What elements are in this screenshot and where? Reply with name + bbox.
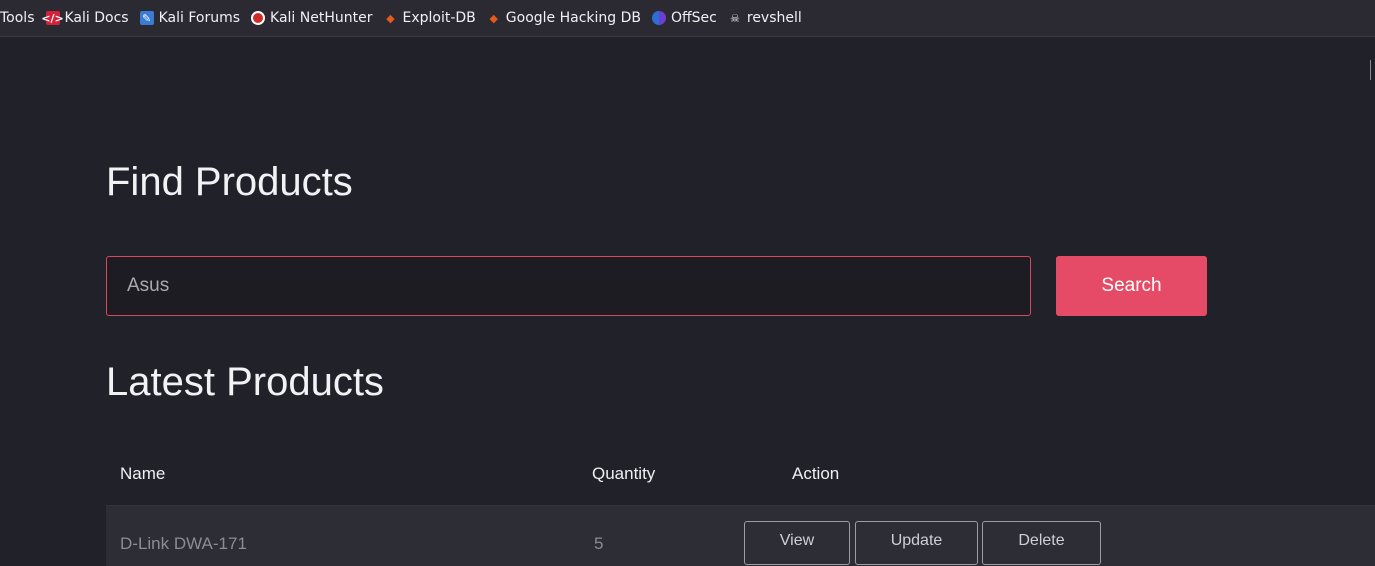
product-name: D-Link DWA-171 bbox=[120, 534, 247, 553]
bookmark-label: Exploit-DB bbox=[402, 10, 476, 26]
update-button[interactable]: Update bbox=[855, 521, 978, 565]
products-table: Name Quantity Action D-Link DWA-171 5 Vi… bbox=[106, 446, 1375, 566]
delete-button[interactable]: Delete bbox=[982, 521, 1101, 565]
bookmark-label: Kali Forums bbox=[158, 10, 241, 26]
bookmark-kali-docs[interactable]: </> Kali Docs bbox=[41, 10, 129, 26]
kali-docs-icon: </> bbox=[41, 11, 64, 25]
skull-icon: ☠ bbox=[729, 11, 740, 25]
search-input[interactable] bbox=[106, 256, 1031, 316]
bookmark-tools[interactable]: Tools bbox=[0, 10, 35, 26]
bookmark-label: Google Hacking DB bbox=[505, 10, 641, 26]
bookmark-label: OffSec bbox=[671, 10, 717, 26]
bookmark-label: Kali Docs bbox=[64, 10, 129, 26]
exploit-db-icon: ◆ bbox=[386, 11, 395, 25]
table-row: D-Link DWA-171 5 View Update Delete bbox=[106, 506, 1375, 566]
bookmark-offsec[interactable]: OffSec bbox=[652, 10, 717, 26]
column-header-action: Action bbox=[792, 464, 840, 483]
bookmark-google-hacking-db[interactable]: ◆ Google Hacking DB bbox=[487, 10, 641, 26]
bookmark-label: revshell bbox=[746, 10, 802, 26]
bookmark-label: Kali NetHunter bbox=[270, 10, 373, 26]
page-edge-marker bbox=[1370, 60, 1375, 80]
nethunter-icon bbox=[251, 11, 266, 25]
offsec-icon bbox=[652, 11, 666, 25]
bookmark-label: Tools bbox=[0, 10, 35, 26]
bookmark-exploit-db[interactable]: ◆ Exploit-DB bbox=[383, 10, 476, 26]
column-header-name: Name bbox=[120, 464, 166, 483]
view-button[interactable]: View bbox=[744, 521, 850, 565]
find-products-heading: Find Products bbox=[106, 160, 353, 204]
bookmark-kali-nethunter[interactable]: Kali NetHunter bbox=[251, 10, 372, 26]
latest-products-heading: Latest Products bbox=[106, 360, 384, 404]
bookmark-revshell[interactable]: ☠ revshell bbox=[728, 10, 802, 26]
kali-forums-icon: ✎ bbox=[139, 11, 154, 25]
search-button[interactable]: Search bbox=[1056, 256, 1207, 316]
ghdb-icon: ◆ bbox=[489, 11, 499, 25]
product-quantity: 5 bbox=[594, 534, 604, 553]
bookmark-kali-forums[interactable]: ✎ Kali Forums bbox=[139, 10, 241, 26]
bookmarks-toolbar: Tools </> Kali Docs ✎ Kali Forums Kali N… bbox=[0, 0, 1375, 37]
column-header-quantity: Quantity bbox=[592, 464, 656, 483]
table-header: Name Quantity Action bbox=[106, 446, 1375, 506]
